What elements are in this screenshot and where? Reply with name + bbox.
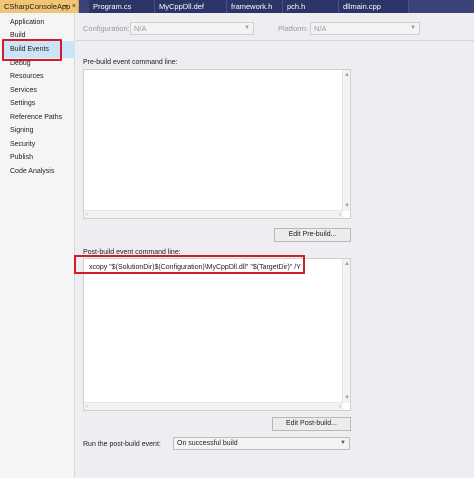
horizontal-scrollbar[interactable]: ‹ › [84,402,343,410]
tab-label: Program.cs [93,2,132,11]
tab-label: framework.h [231,2,273,11]
tab-label: CSharpConsoleApp [4,2,71,11]
annotation-highlight-box [2,39,62,61]
scroll-up-icon[interactable]: ▲ [344,71,350,79]
nav-item-reference-paths[interactable]: Reference Paths [10,112,62,124]
run-postbuild-label: Run the post-build event: [83,441,161,448]
project-properties-nav: Application Build Build Events Debug Res… [0,13,75,478]
edit-prebuild-button[interactable]: Edit Pre-build... [274,228,351,242]
scroll-down-icon[interactable]: ▼ [344,202,350,210]
tab-label: pch.h [287,2,306,11]
annotation-highlight-box [74,255,305,274]
tab-mycppdll-def[interactable]: MyCppDll.def [155,0,227,13]
nav-item-application[interactable]: Application [10,17,44,29]
chevron-down-icon: ▼ [340,440,346,446]
configuration-select: N/A ▼ [130,22,254,35]
nav-item-resources[interactable]: Resources [10,71,43,83]
nav-item-code-analysis[interactable]: Code Analysis [10,166,54,178]
tab-pch-h[interactable]: pch.h [283,0,339,13]
close-icon[interactable]: × [72,0,76,13]
chevron-down-icon: ▼ [410,25,416,31]
pin-icon[interactable]: ⊸ [62,0,68,13]
document-tab-bar: CSharpConsoleApp ⊸ × Program.cs MyCppDll… [0,0,474,13]
configuration-label: Configuration: [83,24,130,33]
vertical-scrollbar[interactable]: ▲ ▼ [342,70,350,211]
scroll-left-icon[interactable]: ‹ [86,403,88,411]
postbuild-command-textbox[interactable]: xcopy "$(SolutionDir)$(Configuration)\My… [83,258,351,411]
horizontal-scrollbar[interactable]: ‹ › [84,210,343,218]
nav-item-signing[interactable]: Signing [10,125,33,137]
nav-item-settings[interactable]: Settings [10,98,35,110]
nav-item-publish[interactable]: Publish [10,152,33,164]
chevron-down-icon: ▼ [244,25,250,31]
platform-select: N/A ▼ [310,22,420,35]
tab-program-cs[interactable]: Program.cs [89,0,155,13]
nav-item-security[interactable]: Security [10,139,35,151]
scroll-left-icon[interactable]: ‹ [86,211,88,219]
tab-csharpconsoleapp[interactable]: CSharpConsoleApp ⊸ × [0,0,79,13]
vertical-scrollbar[interactable]: ▲ ▼ [342,259,350,403]
prebuild-label: Pre-build event command line: [83,59,178,66]
platform-value: N/A [314,24,327,33]
build-events-page: Configuration: N/A ▼ Platform: N/A ▼ Pre… [76,13,474,478]
tab-dllmain-cpp[interactable]: dllmain.cpp [339,0,409,13]
nav-item-services[interactable]: Services [10,85,37,97]
tab-label: dllmain.cpp [343,2,381,11]
scroll-right-icon[interactable]: › [339,403,341,411]
edit-postbuild-button[interactable]: Edit Post-build... [272,417,351,431]
tab-label: MyCppDll.def [159,2,205,11]
tab-framework-h[interactable]: framework.h [227,0,283,13]
platform-label: Platform: [278,24,309,33]
run-postbuild-value: On successful build [177,440,238,447]
run-postbuild-select[interactable]: On successful build ▼ [173,437,350,450]
divider [76,40,474,41]
configuration-value: N/A [134,24,147,33]
prebuild-command-textbox[interactable]: ▲ ▼ ‹ › [83,69,351,219]
scroll-down-icon[interactable]: ▼ [344,394,350,402]
scroll-up-icon[interactable]: ▲ [344,260,350,268]
scroll-right-icon[interactable]: › [339,211,341,219]
